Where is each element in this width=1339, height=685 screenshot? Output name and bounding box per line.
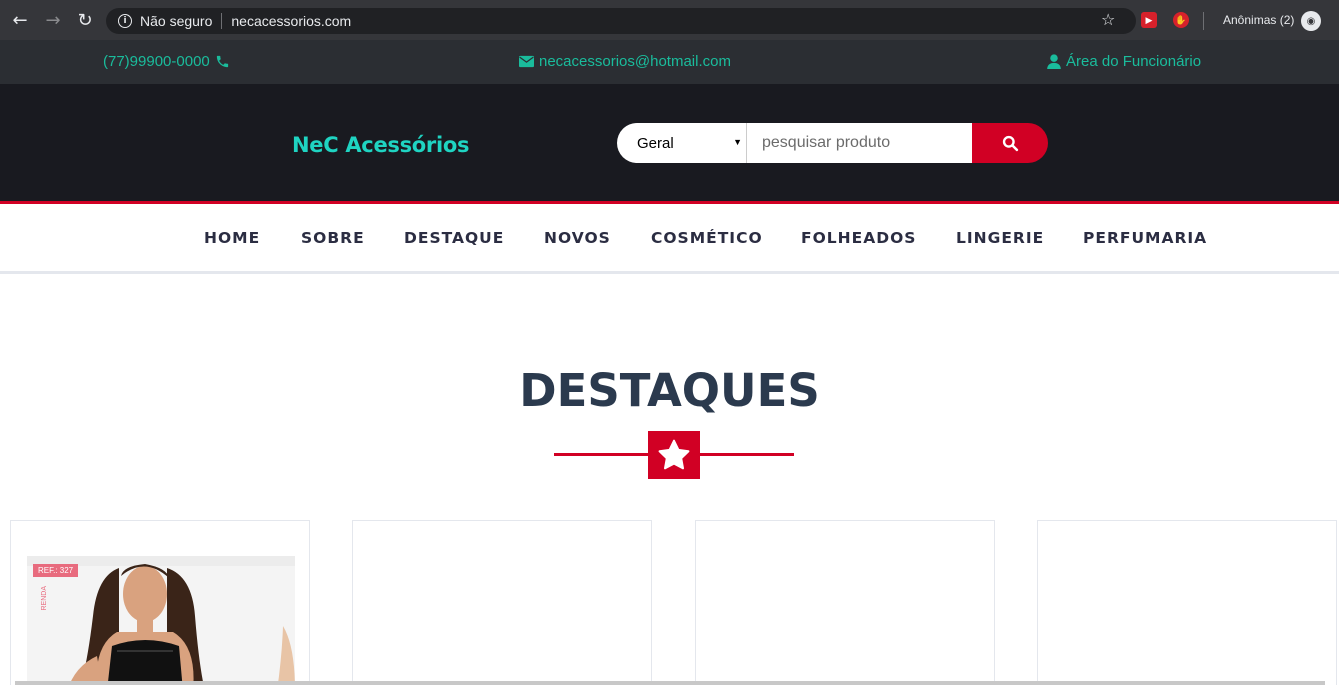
caret-down-icon: ▼ <box>733 137 742 147</box>
title-divider-left <box>554 453 650 456</box>
phone-link[interactable]: (77)99900-0000 <box>103 53 230 70</box>
email-address: necacessorios@hotmail.com <box>539 53 731 70</box>
omnibox-divider <box>221 13 223 29</box>
top-info-bar: (77)99900-0000 necacessorios@hotmail.com… <box>0 40 1339 84</box>
product-card[interactable] <box>1037 520 1337 685</box>
nav-item-home[interactable]: HOME <box>204 229 260 247</box>
employee-area-label: Área do Funcionário <box>1066 53 1202 70</box>
employee-area-link[interactable]: Área do Funcionário <box>1047 53 1201 70</box>
nav-item-folheados[interactable]: FOLHEADOS <box>801 229 916 247</box>
product-tag: RENDA <box>41 586 48 611</box>
user-icon <box>1047 54 1061 69</box>
product-card[interactable] <box>695 520 995 685</box>
product-card[interactable] <box>352 520 652 685</box>
search-form: Geral ▼ <box>617 123 1048 163</box>
envelope-icon <box>519 55 534 68</box>
section-title: DESTAQUES <box>519 364 820 417</box>
star-icon <box>658 439 690 470</box>
email-link[interactable]: necacessorios@hotmail.com <box>519 53 731 70</box>
url-text[interactable]: necacessorios.com <box>231 13 351 29</box>
search-button[interactable] <box>972 123 1048 163</box>
incognito-label[interactable]: Anônimas (2) <box>1223 13 1294 27</box>
forward-arrow-icon[interactable]: → <box>42 9 64 31</box>
browser-toolbar: ← → ↻ i Não seguro necacessorios.com ☆ ▶… <box>0 0 1339 40</box>
search-input[interactable] <box>747 123 972 163</box>
product-ref-badge: REF.: 327 <box>33 564 79 577</box>
nav-item-lingerie[interactable]: LINGERIE <box>956 229 1044 247</box>
nav-item-cosmetico[interactable]: COSMÉTICO <box>651 229 763 247</box>
horizontal-scrollbar[interactable] <box>15 681 1325 685</box>
back-arrow-icon[interactable]: ← <box>9 9 31 31</box>
bookmark-star-icon[interactable]: ☆ <box>1101 10 1115 29</box>
site-header: NeC Acessórios Geral ▼ <box>0 84 1339 201</box>
phone-number: (77)99900-0000 <box>103 53 210 70</box>
nav-item-novos[interactable]: NOVOS <box>544 229 611 247</box>
category-select[interactable]: Geral ▼ <box>617 123 747 163</box>
featured-star-badge <box>648 431 700 479</box>
nav-item-sobre[interactable]: SOBRE <box>301 229 365 247</box>
extension-hand-icon[interactable]: ✋ <box>1173 12 1189 28</box>
site-logo[interactable]: NeC Acessórios <box>292 133 470 157</box>
incognito-icon[interactable]: ◉ <box>1301 11 1321 31</box>
title-divider-right <box>698 453 794 456</box>
main-navigation: HOME SOBRE DESTAQUE NOVOS COSMÉTICO FOLH… <box>0 204 1339 274</box>
nav-item-perfumaria[interactable]: PERFUMARIA <box>1083 229 1207 247</box>
info-icon[interactable]: i <box>118 14 132 28</box>
extension-icon[interactable]: ▶ <box>1141 12 1157 28</box>
security-label: Não seguro <box>140 13 213 29</box>
reload-icon[interactable]: ↻ <box>74 9 96 31</box>
product-image[interactable]: REF.: 327 RENDA <box>27 556 295 685</box>
search-icon <box>1002 135 1018 151</box>
phone-icon <box>216 55 228 68</box>
toolbar-divider <box>1203 12 1204 30</box>
address-bar[interactable]: i Não seguro necacessorios.com <box>106 8 1136 34</box>
category-selected-value: Geral <box>637 134 674 152</box>
nav-item-destaque[interactable]: DESTAQUE <box>404 229 504 247</box>
product-card[interactable]: REF.: 327 RENDA <box>10 520 310 685</box>
